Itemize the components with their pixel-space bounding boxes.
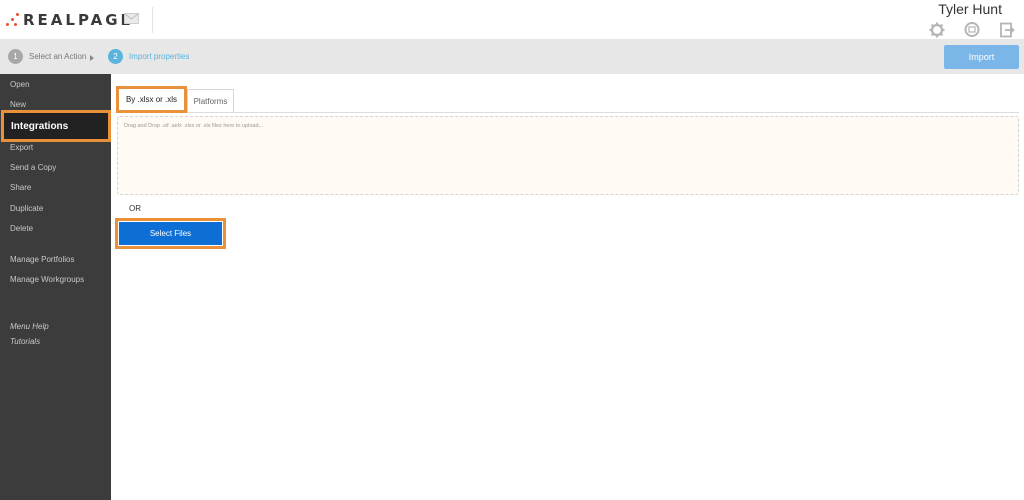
tab-platforms[interactable]: Platforms [187, 89, 234, 112]
step-label: Select an Action [29, 52, 87, 61]
or-separator: OR [129, 204, 141, 213]
user-name[interactable]: Tyler Hunt [938, 1, 1002, 17]
step-arrow-icon [90, 55, 94, 61]
sidebar-item-integrations[interactable]: Integrations [1, 110, 111, 142]
sidebar-item-duplicate[interactable]: Duplicate [10, 204, 43, 213]
top-header: REALPAGE ® Tyler Hunt [0, 0, 1024, 40]
step-number: 1 [8, 49, 23, 64]
sidebar-item-manage-workgroups[interactable]: Manage Workgroups [10, 275, 84, 284]
sidebar-item-tutorials[interactable]: Tutorials [10, 337, 40, 346]
step-import-properties[interactable]: 2 Import properties [108, 49, 189, 64]
import-button[interactable]: Import [944, 45, 1019, 69]
sidebar-item-menu-help[interactable]: Menu Help [10, 322, 49, 331]
sidebar-item-delete[interactable]: Delete [10, 224, 33, 233]
sidebar-item-label: Integrations [11, 121, 69, 132]
sidebar-item-export[interactable]: Export [10, 143, 33, 152]
gear-icon[interactable] [929, 22, 945, 38]
sidebar-item-open[interactable]: Open [10, 80, 30, 89]
sidebar-item-share[interactable]: Share [10, 183, 31, 192]
header-divider [152, 7, 153, 33]
step-label: Import properties [129, 52, 190, 61]
sidebar-item-send-a-copy[interactable]: Send a Copy [10, 163, 56, 172]
step-select-action[interactable]: 1 Select an Action [8, 49, 86, 64]
tab-by-xlsx[interactable]: By .xlsx or .xls [116, 86, 187, 113]
file-drop-zone[interactable]: Drag and Drop .sif .aelx .xlsx or .xls f… [117, 116, 1019, 195]
step-bar: 1 Select an Action 2 Import properties [0, 40, 1024, 74]
select-files-button[interactable]: Select Files [119, 222, 222, 245]
realpage-logo[interactable]: REALPAGE ® [6, 11, 136, 29]
drop-zone-hint: Drag and Drop .sif .aelx .xlsx or .xls f… [124, 123, 264, 129]
sidebar-item-new[interactable]: New [10, 100, 26, 109]
logo-text: REALPAGE [23, 11, 134, 29]
chat-icon[interactable] [964, 22, 980, 38]
sidebar-item-manage-portfolios[interactable]: Manage Portfolios [10, 255, 74, 264]
logout-icon[interactable] [999, 22, 1015, 38]
select-files-highlight: Select Files [115, 218, 226, 249]
mail-icon[interactable] [124, 13, 139, 24]
step-number: 2 [108, 49, 123, 64]
logo-dots-icon [6, 13, 20, 27]
tab-divider [116, 112, 1019, 113]
